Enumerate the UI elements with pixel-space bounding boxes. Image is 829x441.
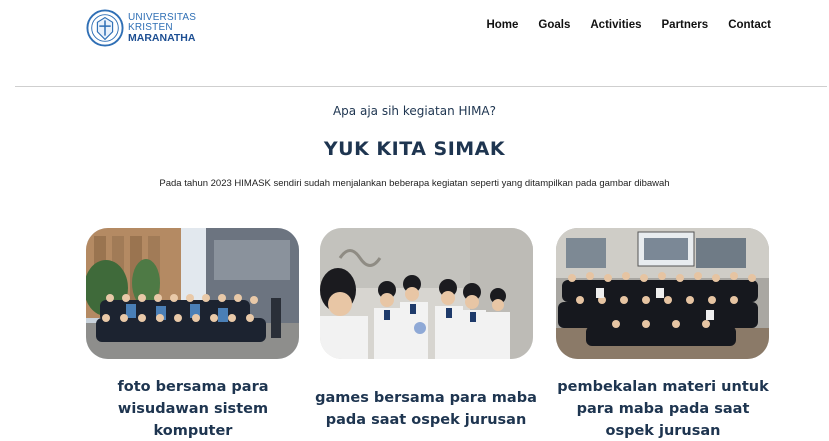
nav-home[interactable]: Home	[486, 19, 518, 31]
university-name: UNIVERSITAS KRISTEN MARANATHA	[128, 13, 196, 44]
nav-goals[interactable]: Goals	[538, 19, 570, 31]
section-description: Pada tahun 2023 HIMASK sendiri sudah men…	[159, 178, 670, 189]
orientation-session-photo	[556, 228, 769, 359]
university-seal-icon	[86, 9, 124, 47]
section-kicker: Apa aja sih kegiatan HIMA?	[332, 104, 497, 118]
logo-line-3: MARANATHA	[128, 32, 196, 44]
nav-partners[interactable]: Partners	[662, 19, 709, 31]
games-photo	[320, 228, 533, 359]
caption-line: pada saat ospek jurusan	[325, 412, 527, 428]
caption-line: ospek jurusan	[605, 423, 721, 439]
site-header: UNIVERSITAS KRISTEN MARANATHA Home Goals…	[0, 0, 829, 86]
caption-line: foto bersama para	[117, 379, 269, 395]
caption-line: para maba pada saat	[576, 401, 750, 417]
caption-graduates: foto bersama para wisudawan sistem kompu…	[78, 376, 308, 441]
nav-contact[interactable]: Contact	[728, 19, 771, 31]
section-title: YUK KITA SIMAK	[323, 138, 506, 160]
graduates-group-photo	[86, 228, 299, 359]
nav-activities[interactable]: Activities	[590, 19, 641, 31]
caption-line: pembekalan materi untuk	[557, 379, 769, 395]
header-divider	[15, 86, 827, 87]
caption-games: games bersama para maba pada saat ospek …	[311, 387, 541, 431]
caption-line: games bersama para maba	[315, 390, 537, 406]
caption-line: wisudawan sistem	[117, 401, 269, 417]
caption-line: komputer	[153, 423, 233, 439]
university-logo[interactable]: UNIVERSITAS KRISTEN MARANATHA	[86, 9, 196, 47]
caption-orientation: pembekalan materi untuk para maba pada s…	[548, 376, 778, 441]
main-nav: Home Goals Activities Partners Contact	[466, 19, 771, 31]
